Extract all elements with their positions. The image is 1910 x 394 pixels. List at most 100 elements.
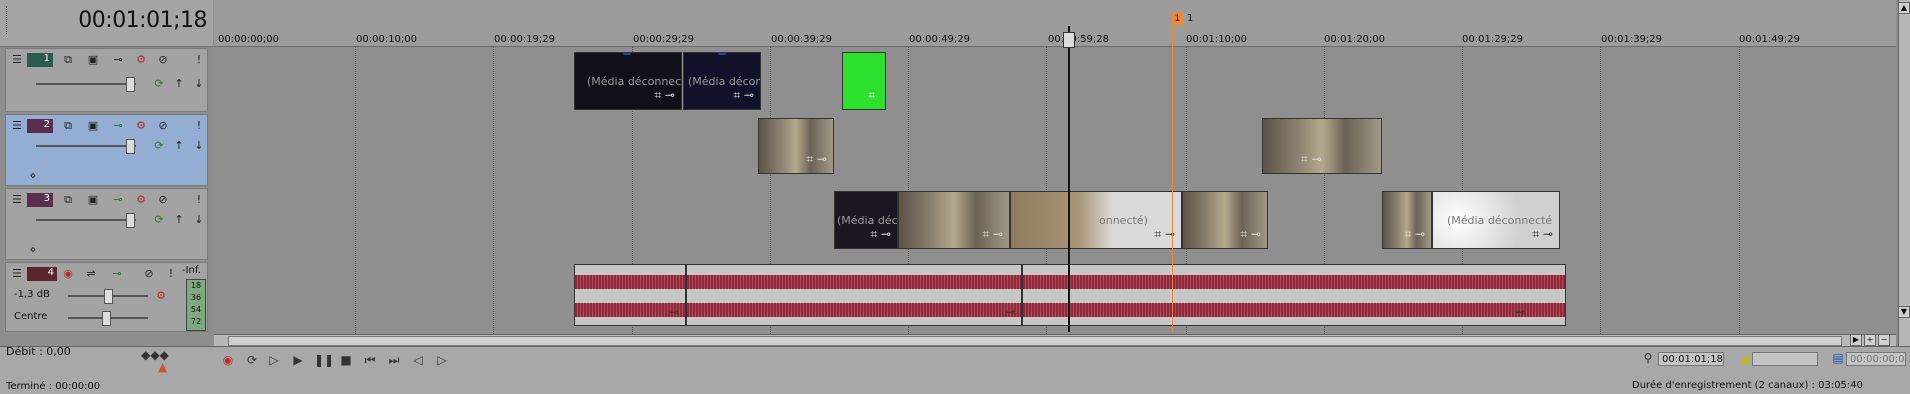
video-clip-thumbnail[interactable]: ⌗ ⊸: [1262, 118, 1382, 174]
go-to-end-icon[interactable]: ⏭: [386, 352, 402, 368]
mute-icon[interactable]: ⊘: [156, 53, 170, 67]
fx-icon[interactable]: ⊸: [111, 119, 125, 133]
scroll-down-icon[interactable]: ▼: [1898, 306, 1910, 318]
up-icon[interactable]: ↑: [172, 77, 186, 91]
previous-frame-icon[interactable]: ◁: [410, 352, 426, 368]
settings-gear-icon[interactable]: ⚙: [134, 53, 148, 67]
audio-clip[interactable]: ⊸: [686, 264, 1022, 326]
motion-icon[interactable]: ▣: [86, 53, 100, 67]
opacity-slider[interactable]: [36, 83, 136, 85]
down-icon[interactable]: ↓: [192, 77, 206, 91]
crop-fx-icons[interactable]: ⌗ ⊸: [733, 88, 754, 103]
auto-icon[interactable]: ⟳: [152, 213, 166, 227]
invert-phase-icon[interactable]: ⇌: [84, 267, 98, 281]
fx-icon[interactable]: ⊸: [111, 193, 125, 207]
track-header-1[interactable]: ☰ 1 ⧉ ▣ ⊸ ⚙ ⊘ ! ⟳ ↑ ↓: [5, 48, 208, 112]
crop-fx-icons[interactable]: ⌗ ⊸: [1240, 227, 1261, 242]
down-icon[interactable]: ↓: [192, 139, 206, 153]
settings-gear-icon[interactable]: ⚙: [134, 193, 148, 207]
opacity-slider-thumb[interactable]: [126, 77, 135, 92]
video-clip-thumbnail[interactable]: ⌗ ⊸: [898, 191, 1010, 249]
timeline-ruler[interactable]: 00:00:00;00 00:00:10;00 00:00:19;29 00:0…: [214, 0, 1896, 47]
current-timecode[interactable]: 00:01:01;18: [78, 8, 207, 33]
play-from-start-icon[interactable]: ▷: [266, 352, 282, 368]
opacity-slider[interactable]: [36, 219, 136, 221]
panel-grip-icon[interactable]: [6, 6, 10, 34]
expand-icon[interactable]: ⋄: [26, 243, 40, 257]
fade-handle[interactable]: [718, 53, 726, 55]
marker-flag[interactable]: 1: [1172, 12, 1183, 26]
fade-handle[interactable]: [623, 53, 631, 55]
crop-fx-icons[interactable]: ⌗ ⊸: [806, 152, 827, 167]
expand-icon[interactable]: ⋄: [26, 169, 40, 183]
down-icon[interactable]: ↓: [192, 213, 206, 227]
playhead-line[interactable]: [1068, 26, 1070, 332]
video-clip-partial-offline[interactable]: onnecté) ⌗ ⊸: [1010, 191, 1182, 249]
track-list-icon[interactable]: ☰: [10, 53, 24, 67]
solo-icon[interactable]: !: [192, 193, 206, 207]
next-frame-icon[interactable]: ▷: [434, 352, 450, 368]
motion-icon[interactable]: ▣: [86, 119, 100, 133]
fx-icon[interactable]: ⊸: [669, 305, 679, 319]
loop-icon[interactable]: ⟳: [244, 352, 260, 368]
settings-gear-icon[interactable]: ⚙: [154, 289, 168, 303]
fx-icon[interactable]: ⊸: [111, 53, 125, 67]
crop-fx-icons[interactable]: ⌗ ⊸: [1532, 227, 1553, 242]
go-to-start-icon[interactable]: ⏮: [362, 352, 378, 368]
zoom-out-icon[interactable]: −: [1878, 334, 1890, 346]
composite-mode-icon[interactable]: ⧉: [61, 119, 75, 133]
record-icon[interactable]: ◉: [220, 352, 236, 368]
scroll-right-icon[interactable]: ▶: [1850, 334, 1862, 346]
vertical-scrollbar[interactable]: [1898, 0, 1910, 346]
composite-mode-icon[interactable]: ⧉: [61, 193, 75, 207]
track-lane-1[interactable]: [214, 47, 1896, 114]
solo-icon[interactable]: !: [192, 119, 206, 133]
track-header-4[interactable]: ☰ 4 ◉ ⇌ ⊸ ⊘ ! -Inf. -1,3 dB ⚙ Centre 18 …: [5, 262, 208, 332]
fx-icon[interactable]: ⊸: [110, 267, 124, 281]
motion-icon[interactable]: ▣: [86, 193, 100, 207]
track-header-2[interactable]: ☰ 2 ⧉ ▣ ⊸ ⚙ ⊘ ! ⟳ ↑ ↓ ⋄: [5, 114, 208, 186]
stop-icon[interactable]: ■: [338, 352, 354, 368]
video-clip-thumbnail[interactable]: ⌗ ⊸: [1182, 191, 1268, 249]
track-list-icon[interactable]: ☰: [10, 193, 24, 207]
mute-icon[interactable]: ⊘: [156, 193, 170, 207]
mute-icon[interactable]: ⊘: [156, 119, 170, 133]
volume-slider-thumb[interactable]: [104, 289, 113, 304]
audio-clip[interactable]: ⊸: [1022, 264, 1566, 326]
opacity-slider-thumb[interactable]: [126, 213, 135, 228]
auto-icon[interactable]: ⟳: [152, 77, 166, 91]
video-clip-offline[interactable]: (Média déconnecté) ⌗ ⊸: [574, 52, 682, 110]
crop-fx-icons[interactable]: ⌗ ⊸: [982, 227, 1003, 242]
track-lane-2[interactable]: [214, 113, 1896, 188]
up-icon[interactable]: ↑: [172, 213, 186, 227]
crop-fx-icons[interactable]: ⌗ ⊸: [1301, 152, 1322, 167]
track-list-icon[interactable]: ☰: [10, 119, 24, 133]
zoom-in-icon[interactable]: +: [1864, 334, 1876, 346]
video-clip-offline[interactable]: (Média déconnec ⌗ ⊸: [834, 191, 898, 249]
composite-mode-icon[interactable]: ⧉: [61, 53, 75, 67]
fx-icon[interactable]: ⊸: [1005, 305, 1015, 319]
rate-slider[interactable]: ◆◆◆: [120, 348, 190, 362]
settings-gear-icon[interactable]: ⚙: [134, 119, 148, 133]
cursor-time-field[interactable]: 00:01:01;18: [1658, 352, 1724, 366]
video-clip-green[interactable]: ⌗: [842, 52, 886, 110]
audio-clip[interactable]: ⊸: [574, 264, 686, 326]
crop-fx-icons[interactable]: ⌗ ⊸: [870, 227, 891, 242]
video-clip-thumbnail[interactable]: ⌗ ⊸: [758, 118, 834, 174]
track-header-3[interactable]: ☰ 3 ⧉ ▣ ⊸ ⚙ ⊘ ! ⟳ ↑ ↓ ⋄: [5, 188, 208, 260]
pause-icon[interactable]: ❚❚: [314, 352, 334, 368]
crop-fx-icons[interactable]: ⌗ ⊸: [1404, 227, 1425, 242]
fx-icon[interactable]: ⊸: [1515, 305, 1525, 319]
horizontal-scroll-thumb[interactable]: [228, 336, 1842, 346]
selection-length-field[interactable]: 00:00:00;0: [1846, 352, 1906, 366]
opacity-slider[interactable]: [36, 145, 136, 147]
up-icon[interactable]: ↑: [172, 139, 186, 153]
track-list-icon[interactable]: ☰: [10, 267, 24, 281]
pan-slider-thumb[interactable]: [102, 311, 111, 326]
opacity-slider-thumb[interactable]: [126, 139, 135, 154]
record-arm-icon[interactable]: ◉: [61, 267, 75, 281]
crop-fx-icons[interactable]: ⌗ ⊸: [654, 88, 675, 103]
solo-icon[interactable]: !: [164, 267, 178, 281]
video-clip-offline[interactable]: (Média déconnec ⌗ ⊸: [683, 52, 761, 110]
video-clip-offline[interactable]: (Média déconnecté ⌗ ⊸: [1432, 191, 1560, 249]
